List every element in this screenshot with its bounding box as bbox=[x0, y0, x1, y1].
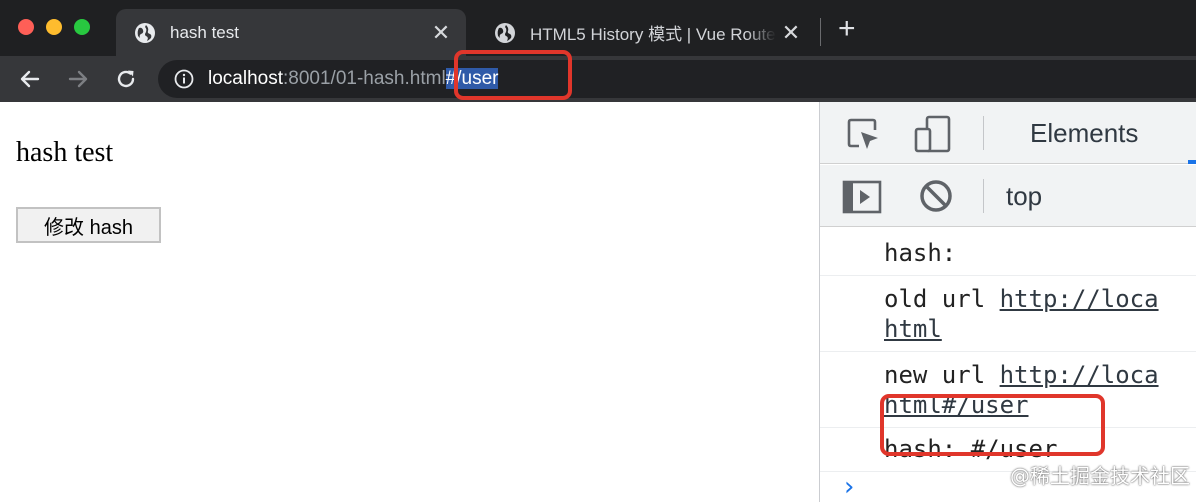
url-path: :8001/01-hash.html bbox=[283, 68, 446, 89]
arrow-left-icon bbox=[20, 70, 40, 88]
globe-icon bbox=[495, 22, 515, 43]
url-host: localhost bbox=[208, 68, 283, 89]
watermark: @稀土掘金技术社区 bbox=[1010, 464, 1190, 488]
maximize-window-button[interactable] bbox=[74, 19, 90, 35]
new-url-link[interactable]: http://loca bbox=[1000, 361, 1159, 389]
console-text: old url http://loca bbox=[884, 284, 1159, 314]
close-window-button[interactable] bbox=[18, 19, 34, 35]
tab-title: HTML5 History 模式 | Vue Router bbox=[530, 25, 776, 44]
change-hash-button[interactable]: 修改 hash bbox=[16, 207, 161, 243]
tab-title: hash test bbox=[170, 22, 239, 42]
tab-strip: hash test ✕ HTML5 History 模式 | Vue Route… bbox=[0, 0, 1196, 56]
old-url-link-continued[interactable]: html bbox=[884, 314, 942, 344]
page-viewport: hash test 修改 hash bbox=[0, 102, 820, 502]
url-hash-highlight-box bbox=[454, 50, 572, 100]
device-toolbar-icon[interactable] bbox=[913, 114, 953, 154]
page-title: hash test bbox=[16, 137, 114, 168]
old-url-link[interactable]: http://loca bbox=[1000, 285, 1159, 313]
console-text: hash: bbox=[884, 239, 957, 267]
console-label: new url bbox=[884, 361, 1000, 389]
console-message: old url http://loca html bbox=[820, 276, 1196, 352]
browser-toolbar: localhost:8001/01-hash.html#/user bbox=[0, 56, 1196, 102]
console-prompt-icon[interactable]: › bbox=[844, 472, 854, 502]
console-label: old url bbox=[884, 285, 1000, 313]
active-tab-indicator bbox=[1188, 160, 1196, 164]
back-button[interactable] bbox=[14, 63, 46, 95]
console-message: hash: bbox=[820, 228, 1196, 276]
reload-button[interactable] bbox=[110, 63, 142, 95]
context-selector[interactable]: top bbox=[1006, 181, 1042, 212]
forward-button[interactable] bbox=[62, 63, 94, 95]
info-icon[interactable] bbox=[174, 69, 194, 89]
tab-elements[interactable]: Elements bbox=[1030, 118, 1138, 149]
devtools-tab-bar: Elements bbox=[820, 102, 1196, 164]
console-toolbar: top bbox=[820, 165, 1196, 227]
toolbar-divider bbox=[983, 179, 984, 213]
clear-console-icon[interactable] bbox=[918, 178, 954, 214]
toolbar-divider bbox=[983, 116, 984, 150]
address-bar[interactable]: localhost:8001/01-hash.html#/user bbox=[158, 60, 1196, 98]
tab-hash-test[interactable]: hash test ✕ bbox=[116, 9, 466, 56]
inspect-element-icon[interactable] bbox=[845, 116, 881, 152]
console-text: new url http://loca bbox=[884, 360, 1159, 390]
tab-divider bbox=[820, 18, 821, 46]
show-sidebar-icon[interactable] bbox=[842, 179, 882, 215]
globe-icon bbox=[135, 22, 155, 43]
console-hash-highlight-box bbox=[880, 394, 1105, 456]
tab-vue-router[interactable]: HTML5 History 模式 | Vue Router ✕ bbox=[476, 9, 816, 56]
close-icon[interactable]: ✕ bbox=[426, 20, 456, 46]
minimize-window-button[interactable] bbox=[46, 19, 62, 35]
devtools-panel: Elements top hash: old url http://loca h… bbox=[819, 102, 1196, 502]
close-icon[interactable]: ✕ bbox=[776, 20, 806, 46]
reload-icon bbox=[117, 70, 135, 88]
arrow-right-icon bbox=[68, 70, 88, 88]
new-tab-button[interactable]: + bbox=[838, 13, 856, 45]
